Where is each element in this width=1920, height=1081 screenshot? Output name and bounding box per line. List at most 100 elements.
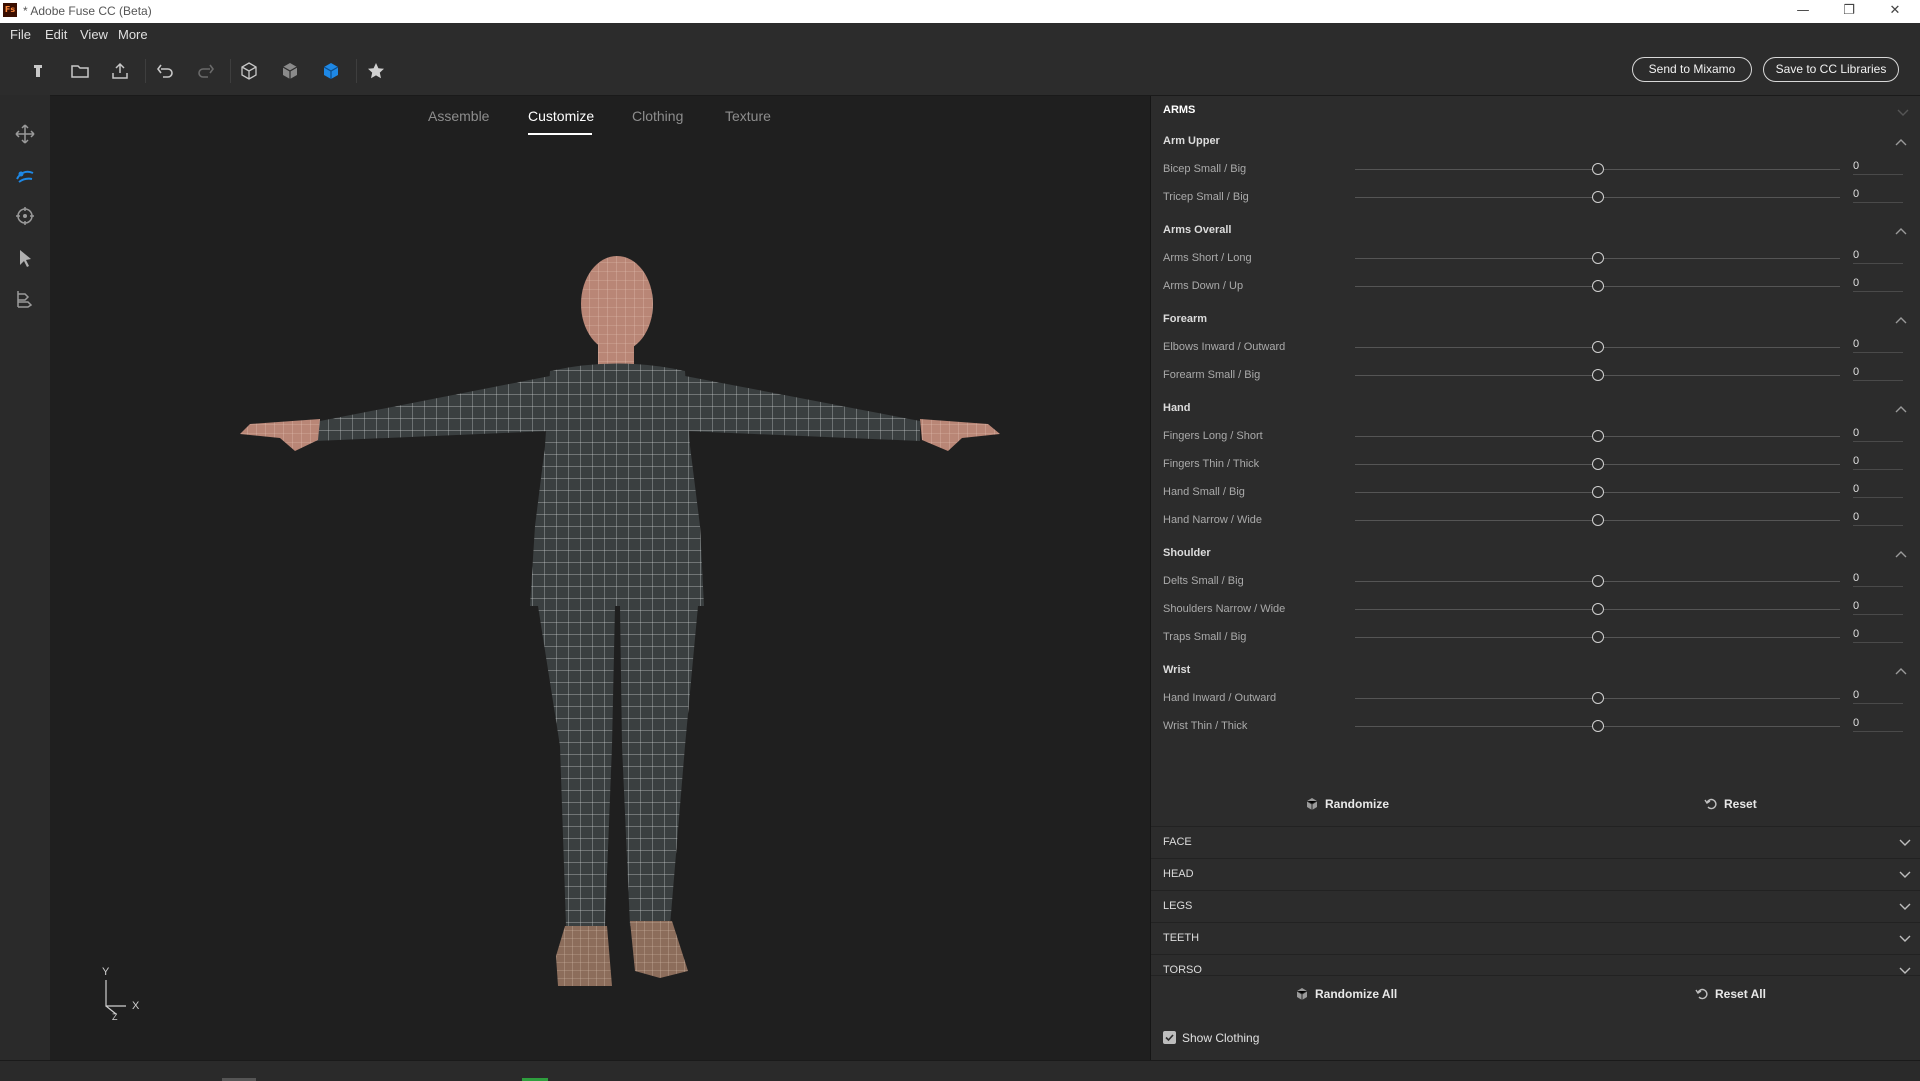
slider-value-field[interactable]: 0 bbox=[1853, 188, 1903, 203]
section-face[interactable]: FACE bbox=[1151, 826, 1920, 858]
open-folder-icon[interactable] bbox=[68, 59, 92, 83]
textured-cube-icon[interactable] bbox=[319, 59, 343, 83]
slider-label: Traps Small / Big bbox=[1163, 631, 1247, 643]
slider-value-field[interactable]: 0 bbox=[1853, 717, 1903, 732]
slider-value-field[interactable]: 0 bbox=[1853, 249, 1903, 264]
slider-value-field[interactable]: 0 bbox=[1853, 689, 1903, 704]
slider-value-field[interactable]: 0 bbox=[1853, 483, 1903, 498]
slider-value-field[interactable]: 0 bbox=[1853, 366, 1903, 381]
slider-thumb[interactable] bbox=[1591, 458, 1604, 470]
section-legs[interactable]: LEGS bbox=[1151, 890, 1920, 922]
chevron-up-icon[interactable] bbox=[1895, 403, 1907, 415]
chevron-up-icon[interactable] bbox=[1895, 314, 1907, 326]
slider-value-field[interactable]: 0 bbox=[1853, 600, 1903, 615]
menu-file[interactable]: File bbox=[10, 27, 31, 42]
save-to-cc-libraries-button[interactable]: Save to CC Libraries bbox=[1763, 57, 1899, 82]
title-bar: Fs * Adobe Fuse CC (Beta) — ❐ ✕ bbox=[0, 0, 1920, 23]
randomize-button[interactable]: Randomize bbox=[1305, 797, 1389, 811]
tab-texture[interactable]: Texture bbox=[725, 108, 771, 124]
toolbar-divider bbox=[145, 59, 146, 83]
wireframe-cube-icon[interactable] bbox=[237, 59, 261, 83]
menu-more[interactable]: More bbox=[118, 27, 148, 42]
star-icon[interactable] bbox=[364, 59, 388, 83]
slider-thumb[interactable] bbox=[1591, 514, 1604, 526]
sculpt-tool-icon[interactable] bbox=[14, 165, 36, 187]
slider-label: Fingers Thin / Thick bbox=[1163, 458, 1260, 470]
chevron-down-icon bbox=[1899, 935, 1911, 942]
section-head[interactable]: HEAD bbox=[1151, 858, 1920, 890]
slider-label: Tricep Small / Big bbox=[1163, 191, 1249, 203]
minimize-button[interactable]: — bbox=[1780, 0, 1826, 23]
reset-all-button[interactable]: Reset All bbox=[1695, 987, 1766, 1001]
menu-view[interactable]: View bbox=[80, 27, 108, 42]
randomize-all-button[interactable]: Randomize All bbox=[1295, 987, 1397, 1001]
slider-value-field[interactable]: 0 bbox=[1853, 455, 1903, 470]
chevron-up-icon[interactable] bbox=[1895, 548, 1907, 560]
slider-label: Wrist Thin / Thick bbox=[1163, 720, 1248, 732]
chevron-down-icon bbox=[1899, 903, 1911, 910]
properties-panel: ARMS Arm Upper Bicep Small / Big 0 Tricep S… bbox=[1150, 96, 1920, 1061]
shaded-cube-icon[interactable] bbox=[278, 59, 302, 83]
toolbar-divider bbox=[230, 59, 231, 83]
pose-tool-icon[interactable] bbox=[14, 288, 36, 310]
group-title: Arm Upper bbox=[1163, 135, 1220, 147]
randomize-all-label: Randomize All bbox=[1315, 987, 1398, 1001]
close-button[interactable]: ✕ bbox=[1872, 0, 1918, 23]
slider-thumb[interactable] bbox=[1591, 692, 1604, 704]
status-bar bbox=[0, 1060, 1920, 1081]
menu-edit[interactable]: Edit bbox=[45, 27, 67, 42]
3d-viewport[interactable]: Assemble Customize Clothing Texture Y X … bbox=[50, 96, 1150, 1060]
chevron-up-icon[interactable] bbox=[1895, 136, 1907, 148]
reset-button[interactable]: Reset bbox=[1704, 797, 1757, 811]
character-wireframe-model[interactable] bbox=[220, 226, 1000, 986]
slider-label: Arms Short / Long bbox=[1163, 252, 1252, 264]
tab-clothing[interactable]: Clothing bbox=[632, 108, 683, 124]
slider-thumb[interactable] bbox=[1591, 631, 1604, 643]
send-to-mixamo-button[interactable]: Send to Mixamo bbox=[1632, 57, 1752, 82]
maximize-button[interactable]: ❐ bbox=[1826, 0, 1872, 23]
tab-assemble[interactable]: Assemble bbox=[428, 108, 489, 124]
slider-value-field[interactable]: 0 bbox=[1853, 338, 1903, 353]
slider-value-field[interactable]: 0 bbox=[1853, 277, 1903, 292]
undo-icon[interactable] bbox=[153, 59, 177, 83]
new-file-icon[interactable] bbox=[26, 59, 50, 83]
slider-thumb[interactable] bbox=[1591, 486, 1604, 498]
group-title: Arms Overall bbox=[1163, 224, 1232, 236]
slider-thumb[interactable] bbox=[1591, 280, 1604, 292]
slider-thumb[interactable] bbox=[1591, 603, 1604, 615]
chevron-down-icon[interactable] bbox=[1897, 108, 1909, 118]
redo-icon[interactable] bbox=[194, 59, 218, 83]
slider-thumb[interactable] bbox=[1591, 191, 1604, 203]
dice-icon bbox=[1296, 988, 1308, 1000]
slider-thumb[interactable] bbox=[1591, 163, 1604, 175]
slider-label: Hand Narrow / Wide bbox=[1163, 514, 1263, 526]
app-logo-icon: Fs bbox=[3, 3, 17, 17]
slider-value-field[interactable]: 0 bbox=[1853, 427, 1903, 442]
slider-thumb[interactable] bbox=[1591, 720, 1604, 732]
slider-thumb[interactable] bbox=[1591, 430, 1604, 442]
orbit-tool-icon[interactable] bbox=[14, 205, 36, 227]
slider-label: Hand Inward / Outward bbox=[1163, 692, 1277, 704]
section-teeth[interactable]: TEETH bbox=[1151, 922, 1920, 954]
export-icon[interactable] bbox=[108, 59, 132, 83]
slider-value-field[interactable]: 0 bbox=[1853, 572, 1903, 587]
move-tool-icon[interactable] bbox=[14, 123, 36, 145]
chevron-up-icon[interactable] bbox=[1895, 225, 1907, 237]
slider-value-field[interactable]: 0 bbox=[1853, 511, 1903, 526]
tab-customize[interactable]: Customize bbox=[528, 108, 594, 124]
chevron-up-icon[interactable] bbox=[1895, 665, 1907, 677]
reset-icon bbox=[1704, 798, 1717, 810]
section-title-arms: ARMS bbox=[1163, 104, 1196, 116]
slider-thumb[interactable] bbox=[1591, 341, 1604, 353]
section-label: LEGS bbox=[1163, 900, 1193, 912]
select-pointer-icon[interactable] bbox=[14, 247, 36, 269]
slider-value-field[interactable]: 0 bbox=[1853, 628, 1903, 643]
slider-thumb[interactable] bbox=[1591, 575, 1604, 587]
group-title: Hand bbox=[1163, 402, 1191, 414]
axis-x-label: X bbox=[132, 1000, 140, 1012]
group-title: Wrist bbox=[1163, 664, 1191, 676]
slider-value-field[interactable]: 0 bbox=[1853, 160, 1903, 175]
slider-thumb[interactable] bbox=[1591, 252, 1604, 264]
show-clothing-checkbox[interactable] bbox=[1163, 1031, 1176, 1044]
slider-thumb[interactable] bbox=[1591, 369, 1604, 381]
